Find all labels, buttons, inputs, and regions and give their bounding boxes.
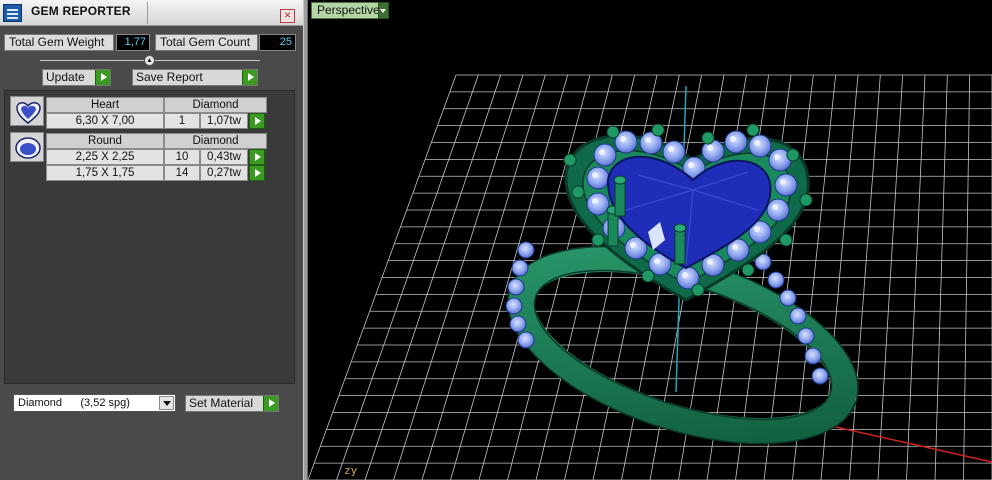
round-gem-icon[interactable] bbox=[10, 132, 44, 162]
viewport-canvas[interactable] bbox=[308, 0, 992, 480]
ring-model[interactable] bbox=[484, 123, 883, 480]
gem-shape-header: Round bbox=[46, 133, 164, 149]
material-dropdown[interactable]: Diamond (3,52 spg) bbox=[13, 394, 176, 412]
titlebar-divider bbox=[147, 2, 148, 24]
view-name-label[interactable]: Perspective bbox=[312, 3, 388, 18]
collapse-knob-icon[interactable]: ▲ bbox=[144, 55, 155, 66]
gem-shape-header: Heart bbox=[46, 97, 164, 113]
gem-material-header: Diamond bbox=[164, 133, 267, 149]
dropdown-arrow-icon bbox=[159, 396, 174, 410]
select-gems-button[interactable] bbox=[249, 149, 265, 165]
gem-count-cell: 14 bbox=[164, 165, 200, 181]
perspective-viewport[interactable]: Perspective zy bbox=[308, 0, 992, 480]
gem-count-cell: 10 bbox=[164, 149, 200, 165]
view-selector[interactable]: Perspective bbox=[311, 2, 389, 19]
save-report-button[interactable]: Save Report bbox=[132, 69, 258, 86]
gem-material-header: Diamond bbox=[164, 97, 267, 113]
gem-list: Heart Diamond 6,30 X 7,00 1 1,07tw Round… bbox=[4, 90, 295, 384]
gem-size-cell: 6,30 X 7,00 bbox=[46, 113, 164, 129]
select-gems-button[interactable] bbox=[249, 113, 265, 129]
view-dropdown-arrow-icon[interactable] bbox=[377, 2, 389, 19]
set-material-button[interactable]: Set Material bbox=[185, 395, 279, 412]
gem-weight-cell: 0,27tw bbox=[200, 165, 248, 181]
material-dropdown-value: Diamond (3,52 spg) bbox=[18, 397, 130, 409]
save-report-button-label: Save Report bbox=[136, 70, 203, 84]
update-button-label: Update bbox=[46, 70, 85, 84]
gem-reporter-panel: GEM REPORTER × Total Gem Weight 1,77 Tot… bbox=[0, 0, 303, 480]
play-arrow-icon bbox=[242, 70, 257, 85]
close-button[interactable]: × bbox=[280, 9, 295, 23]
total-gem-count-label: Total Gem Count bbox=[155, 34, 258, 51]
play-arrow-icon bbox=[263, 396, 278, 411]
play-arrow-icon bbox=[95, 70, 110, 85]
total-gem-count-value: 25 bbox=[259, 34, 296, 51]
app-window: GEM REPORTER × Total Gem Weight 1,77 Tot… bbox=[0, 0, 992, 480]
total-gem-weight-value: 1,77 bbox=[116, 34, 150, 51]
heart-gem-icon[interactable] bbox=[10, 96, 44, 126]
select-gems-button[interactable] bbox=[249, 165, 265, 181]
panel-title: GEM REPORTER bbox=[31, 4, 131, 18]
gem-weight-cell: 1,07tw bbox=[200, 113, 248, 129]
gem-size-cell: 1,75 X 1,75 bbox=[46, 165, 164, 181]
gem-count-cell: 1 bbox=[164, 113, 200, 129]
axis-indicator: zy bbox=[344, 464, 358, 477]
gem-weight-cell: 0,43tw bbox=[200, 149, 248, 165]
total-gem-weight-label: Total Gem Weight bbox=[4, 34, 114, 51]
set-material-button-label: Set Material bbox=[189, 396, 254, 410]
panel-titlebar[interactable]: GEM REPORTER × bbox=[0, 0, 303, 26]
gem-size-cell: 2,25 X 2,25 bbox=[46, 149, 164, 165]
update-button[interactable]: Update bbox=[42, 69, 111, 86]
app-logo-icon bbox=[3, 4, 22, 22]
